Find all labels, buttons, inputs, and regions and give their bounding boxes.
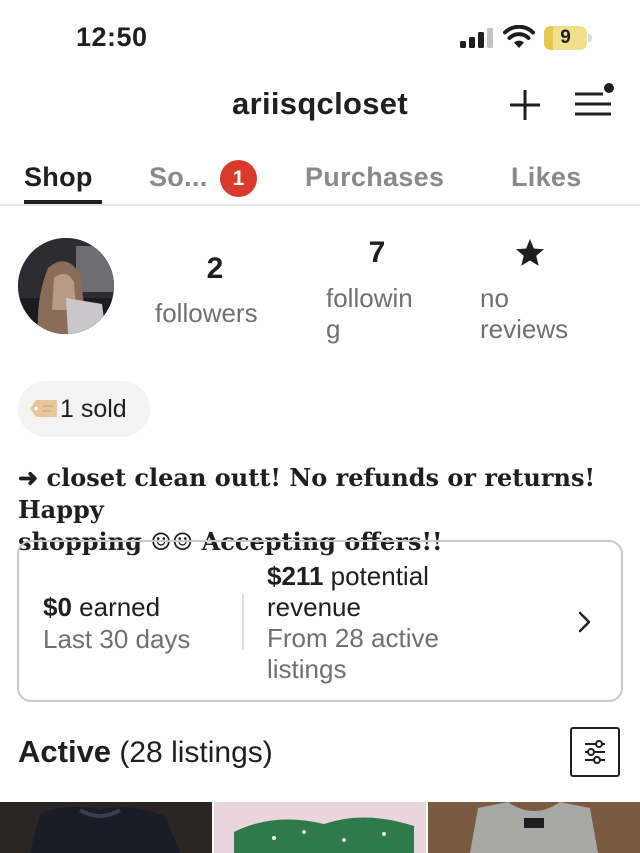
price-tag-icon (30, 400, 57, 417)
revenue-summary: $211 potential revenue (267, 561, 497, 623)
bio-line-1: ➜ closet clean outt! No refunds or retur… (18, 463, 595, 524)
active-label: Active (18, 734, 112, 769)
battery-level: 9 (560, 27, 571, 48)
earned-label: earned (71, 592, 161, 622)
active-count: (28 listings) (111, 736, 273, 769)
sold-count-chip[interactable]: 1 sold (18, 381, 150, 437)
earned-amount: $0 (43, 592, 72, 622)
status-bar: 12:50 9 (0, 0, 640, 72)
profile-username: ariisqcloset (232, 86, 408, 121)
revenue-amount: $211 (267, 561, 324, 591)
following-label-line2[interactable]: g (326, 314, 340, 345)
following-label-line1[interactable]: followin (326, 283, 413, 314)
profile-tabs: Shop So... Purchases Likes (0, 158, 640, 206)
status-time: 12:50 (76, 22, 148, 52)
tab-shop[interactable]: Shop (24, 162, 93, 193)
followers-label[interactable]: followers (155, 298, 258, 329)
reviews-label-line2[interactable]: reviews (480, 314, 568, 345)
star-icon (516, 239, 544, 266)
tab-likes[interactable]: Likes (511, 162, 582, 193)
sliders-icon (585, 740, 605, 764)
notification-badge: 1 (220, 160, 257, 197)
signal-icon (460, 28, 493, 48)
listing-thumbnail[interactable] (0, 802, 212, 853)
active-listings-title: Active (28 listings) (18, 734, 273, 770)
listing-thumbnail[interactable] (428, 802, 640, 853)
menu-icon[interactable] (572, 82, 614, 122)
wifi-icon (503, 25, 535, 48)
active-tab-indicator (24, 200, 102, 204)
card-divider (242, 594, 244, 650)
chevron-right-icon[interactable] (577, 610, 593, 634)
battery-icon: 9 (544, 26, 592, 50)
followers-count[interactable]: 2 (200, 252, 230, 286)
earned-summary: $0 earned (43, 592, 160, 623)
earned-period: Last 30 days (43, 624, 191, 654)
reviews-label-line1[interactable]: no (480, 283, 509, 314)
earnings-card[interactable]: $0 earned Last 30 days $211 potential re… (17, 540, 623, 702)
sold-count-text: 1 sold (60, 395, 127, 423)
tab-sold[interactable]: So... (149, 162, 208, 193)
following-count[interactable]: 7 (362, 236, 392, 270)
revenue-source: From 28 active listings (267, 623, 439, 684)
listing-thumbnail[interactable] (214, 802, 426, 853)
plus-icon[interactable] (508, 88, 542, 122)
filter-button[interactable] (570, 727, 620, 777)
tab-purchases[interactable]: Purchases (305, 162, 444, 193)
avatar[interactable] (18, 238, 114, 334)
